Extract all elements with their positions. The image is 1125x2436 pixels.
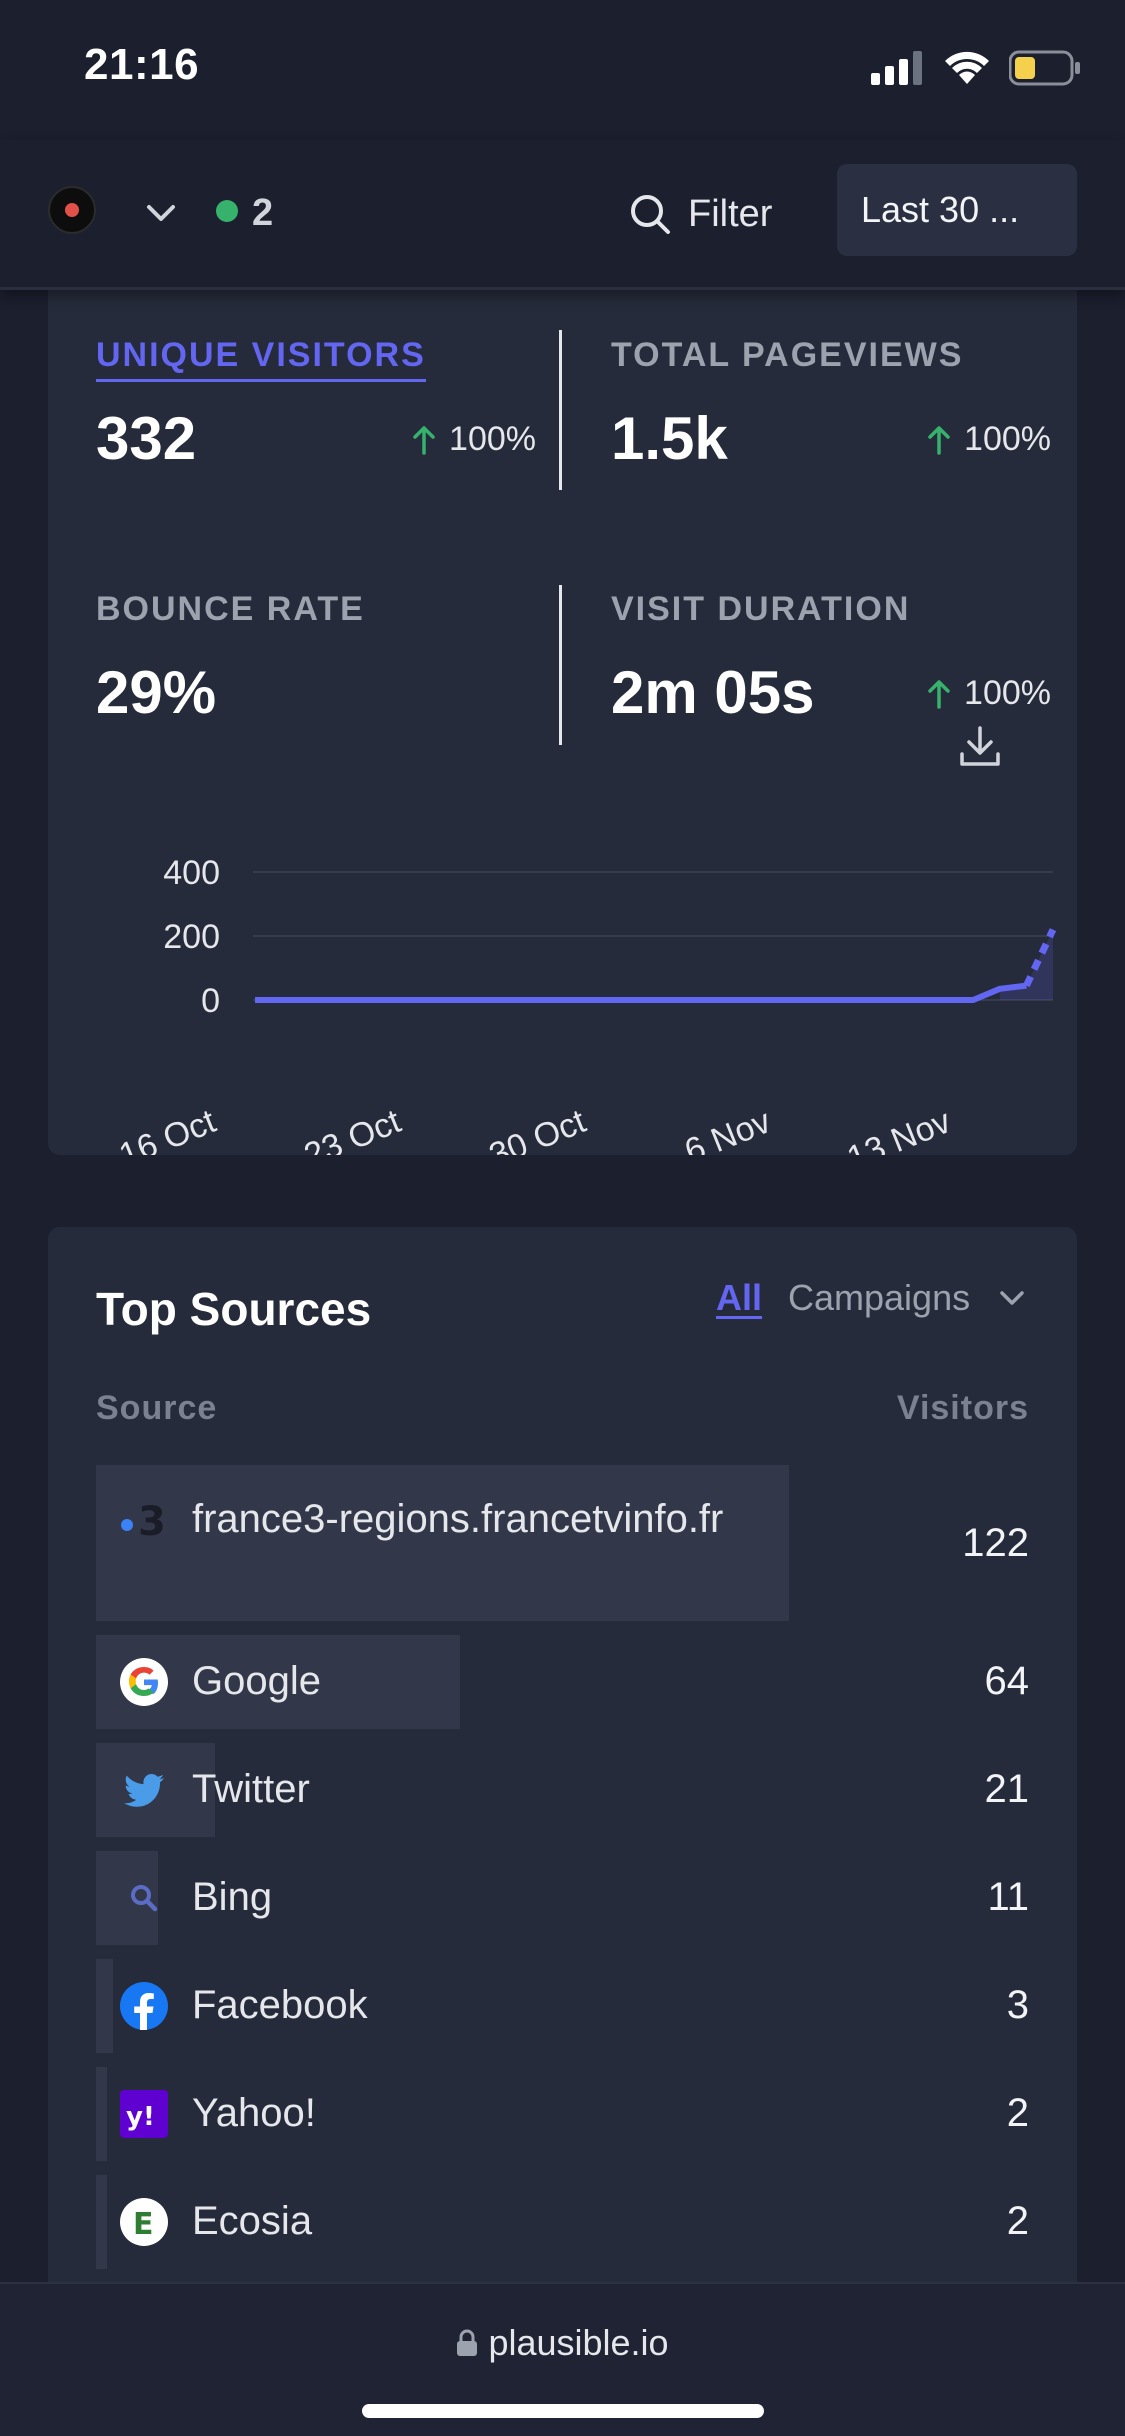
- arrow-up-icon: [928, 425, 950, 455]
- source-visitors: 3: [1006, 1983, 1029, 2027]
- stat-label: VISIT DURATION: [611, 590, 911, 628]
- stat-label: TOTAL PAGEVIEWS: [611, 336, 964, 374]
- x-tick-label: Sun, 16 Oct: [48, 1102, 222, 1155]
- top-sources-card: Top Sources All Campaigns Source Visitor…: [48, 1227, 1077, 2436]
- source-visitors: 21: [984, 1767, 1030, 1811]
- source-visitors: 64: [984, 1659, 1030, 1703]
- home-indicator[interactable]: [362, 2404, 764, 2418]
- y-tick-label: 200: [163, 918, 220, 956]
- filter-button[interactable]: Filter: [628, 184, 772, 244]
- source-name: Facebook: [192, 1983, 368, 2027]
- source-name: Bing: [192, 1875, 273, 1919]
- site-favicon[interactable]: [48, 186, 96, 234]
- visitors-line-chart[interactable]: 400 200 0 Sun, 16 Oct Sun, 23 Oct Sun, 30 Oct…: [48, 830, 1077, 1155]
- france3-icon: 3: [116, 1495, 172, 1543]
- search-icon: [631, 195, 670, 234]
- source-row-twitter[interactable]: Twitter 21: [96, 1743, 1029, 1837]
- sources-title: Top Sources: [96, 1283, 372, 1335]
- stat-change: 100%: [413, 420, 536, 459]
- ecosia-icon: E: [120, 2198, 168, 2246]
- stat-value: 29%: [96, 659, 217, 726]
- stat-change: 100%: [928, 674, 1051, 713]
- x-tick-label: Sun, 6 Nov: [606, 1102, 776, 1155]
- y-tick-label: 0: [201, 982, 220, 1020]
- yahoo-icon: y!: [120, 2090, 168, 2138]
- google-icon: [120, 1658, 168, 1706]
- x-tick-label: Sun, 30 Oct: [410, 1102, 591, 1155]
- stat-change: 100%: [928, 420, 1051, 459]
- lock-icon: [457, 2329, 478, 2356]
- filter-label: Filter: [688, 192, 773, 235]
- battery-icon: [1009, 50, 1080, 86]
- stat-value: 1.5k: [611, 405, 728, 472]
- svg-text:E: E: [133, 2207, 154, 2242]
- source-name: Yahoo!: [192, 2091, 316, 2135]
- source-row-google[interactable]: Google 64: [96, 1635, 1029, 1729]
- current-visitors-count[interactable]: 2: [252, 192, 273, 235]
- arrow-up-icon: [928, 679, 950, 709]
- chevron-down-icon[interactable]: [144, 196, 178, 230]
- source-row-ecosia[interactable]: E Ecosia 2: [96, 2175, 1029, 2269]
- stat-total-pageviews[interactable]: TOTAL PAGEVIEWS 1.5k 100%: [611, 336, 1051, 472]
- x-tick-label: Sun, 13 Nov: [768, 1102, 956, 1155]
- stat-visit-duration[interactable]: VISIT DURATION 2m 05s 100%: [611, 590, 1051, 726]
- source-bar: [96, 2175, 107, 2269]
- source-row-yahoo[interactable]: y! Yahoo! 2: [96, 2067, 1029, 2161]
- source-row-france3[interactable]: 3 france3-regions.francetvinfo.fr 122: [96, 1465, 1029, 1621]
- wifi-icon: [945, 51, 989, 84]
- tab-all[interactable]: All: [716, 1277, 762, 1319]
- app-header: 2 Filter Last 30 ...: [0, 140, 1125, 290]
- stat-divider: [559, 330, 562, 490]
- status-icons: [871, 50, 1081, 86]
- arrow-up-icon: [413, 425, 435, 455]
- chart-series-line: [255, 982, 1027, 1003]
- source-row-facebook[interactable]: Facebook 3: [96, 1959, 1029, 2053]
- column-header-source: Source: [96, 1389, 218, 1427]
- source-name: Ecosia: [192, 2199, 313, 2243]
- stat-value: 332: [96, 405, 197, 472]
- stat-divider: [559, 585, 562, 745]
- source-visitors: 11: [987, 1875, 1029, 1919]
- status-time: 21:16: [84, 40, 200, 89]
- source-bar: [96, 1959, 113, 2053]
- stat-bounce-rate[interactable]: BOUNCE RATE 29%: [96, 590, 536, 726]
- svg-text:3: 3: [138, 1499, 166, 1543]
- source-name: Twitter: [192, 1767, 310, 1811]
- stat-unique-visitors[interactable]: UNIQUE VISITORS 332 100%: [96, 336, 536, 472]
- y-tick-label: 400: [163, 854, 220, 892]
- url-display[interactable]: plausible.io: [0, 2322, 1125, 2364]
- column-header-visitors: Visitors: [896, 1389, 1029, 1427]
- source-visitors: 122: [962, 1521, 1029, 1565]
- status-bar: 21:16: [0, 0, 1125, 140]
- source-name: Google: [192, 1659, 321, 1703]
- stat-value: 2m 05s: [611, 659, 815, 726]
- stat-label: UNIQUE VISITORS: [96, 336, 426, 382]
- date-range-button[interactable]: Last 30 ...: [837, 164, 1077, 256]
- stat-label: BOUNCE RATE: [96, 590, 365, 628]
- facebook-icon: [120, 1982, 168, 2030]
- source-visitors: 2: [1006, 2091, 1029, 2135]
- x-tick-label: Sun, 23 Oct: [225, 1102, 406, 1155]
- source-bar: [96, 2067, 107, 2161]
- svg-text:y!: y!: [126, 2102, 155, 2132]
- stats-card: UNIQUE VISITORS 332 100% TOTAL PAGEVIEWS…: [48, 250, 1077, 1155]
- bing-icon: [120, 1874, 168, 1922]
- source-row-bing[interactable]: Bing 11: [96, 1851, 1029, 1945]
- chevron-down-icon: [1000, 1291, 1024, 1305]
- tab-campaigns[interactable]: Campaigns: [788, 1277, 1026, 1319]
- cellular-signal-icon: [871, 51, 922, 85]
- browser-url-bar[interactable]: plausible.io: [0, 2282, 1125, 2436]
- source-name: france3-regions.francetvinfo.fr: [192, 1497, 724, 1541]
- download-icon[interactable]: [956, 722, 1004, 770]
- twitter-icon: [120, 1766, 168, 1814]
- live-status-dot: [216, 200, 238, 222]
- source-visitors: 2: [1006, 2199, 1029, 2243]
